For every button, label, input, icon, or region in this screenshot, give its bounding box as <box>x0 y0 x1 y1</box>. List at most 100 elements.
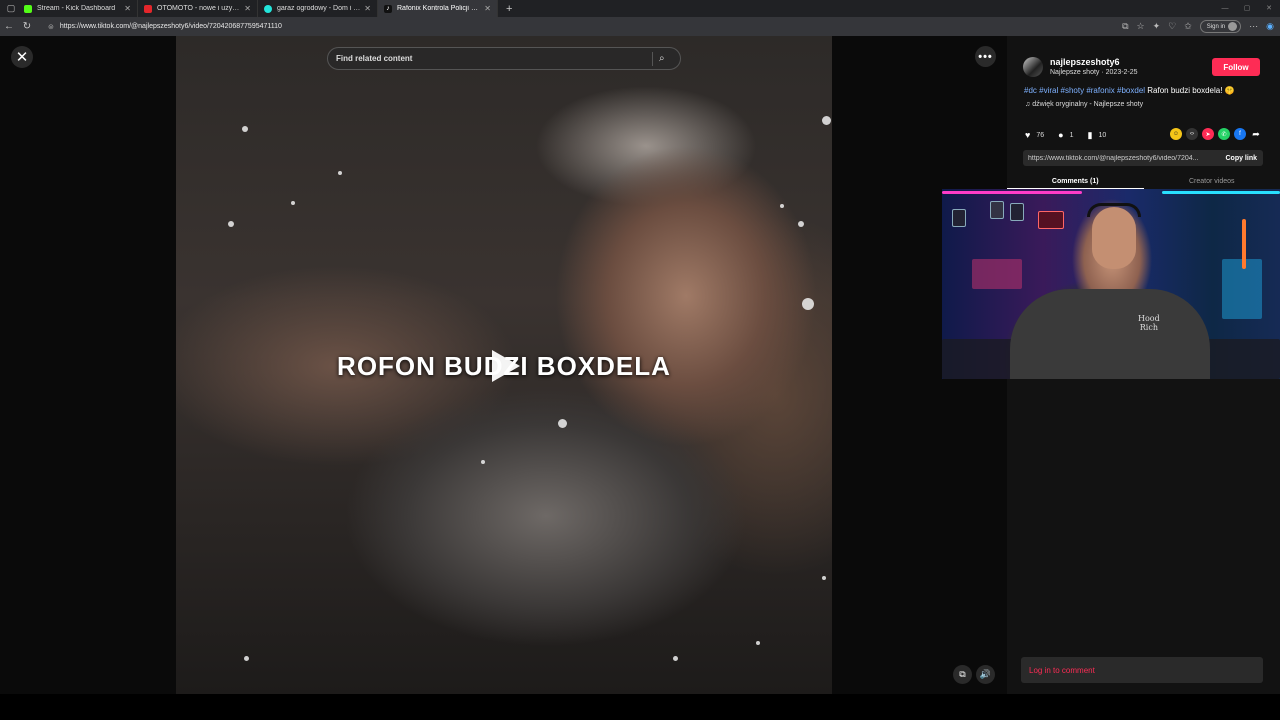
follow-button[interactable]: Follow <box>1212 58 1260 76</box>
engagement-stats: ♥ 76 ● 1 ▮ 10 <box>1025 129 1120 141</box>
bookmark-icon: ▮ <box>1087 129 1093 140</box>
install-app-icon[interactable]: ⧉ <box>1122 21 1128 32</box>
tab-creator-videos[interactable]: Creator videos <box>1144 176 1280 189</box>
window-controls: — ▢ ✕ <box>1214 0 1280 17</box>
like-count: 76 <box>1036 131 1045 139</box>
reload-icon[interactable]: ↻ <box>18 21 36 32</box>
tab-title: Stream - Kick Dashboard <box>37 5 116 12</box>
search-divider <box>652 51 653 66</box>
close-window-icon[interactable]: ✕ <box>1258 0 1280 17</box>
snow-particle <box>558 419 567 428</box>
sign-in-button[interactable]: Sign in <box>1199 20 1242 33</box>
wall-frame <box>990 201 1004 219</box>
olx-favicon-icon <box>264 4 272 13</box>
snow-particle <box>242 126 248 132</box>
close-icon: ✕ <box>15 49 29 66</box>
hashtag-link[interactable]: #boxdel <box>1117 86 1145 95</box>
favorite-star-icon[interactable]: ☆ <box>1137 21 1145 32</box>
browser-toolbar: ← ↻ ⊜ https://www.tiktok.com/@najlepszes… <box>0 17 1280 36</box>
monitor-glow <box>972 259 1022 289</box>
facebook-icon[interactable]: f <box>1234 128 1246 140</box>
snow-particle <box>802 298 814 310</box>
comment-count: 1 <box>1069 131 1074 139</box>
more-options-button[interactable]: ••• <box>975 46 996 67</box>
snow-particle <box>822 576 826 580</box>
close-tab-icon[interactable]: ✕ <box>484 4 491 13</box>
neon-light-strip <box>942 191 1082 194</box>
neon-light-strip <box>1242 219 1246 269</box>
tab-actions-icon[interactable]: ▢ <box>4 2 18 16</box>
close-tab-icon[interactable]: ✕ <box>244 4 251 13</box>
share-arrow-icon[interactable]: ➦ <box>1250 128 1262 140</box>
author-avatar[interactable] <box>1023 57 1043 77</box>
floating-player-button[interactable]: ⧉ <box>953 665 972 684</box>
browser-essentials-icon[interactable]: ♡ <box>1168 21 1176 32</box>
snow-particle <box>481 460 485 464</box>
sign-in-label: Sign in <box>1206 23 1226 30</box>
video-player[interactable]: ROFON BUDZI BOXDELA <box>176 36 832 694</box>
wall-frame <box>1010 203 1024 221</box>
tab-title: OTOMOTO - nowe i używane sam <box>157 5 241 12</box>
copilot-icon[interactable]: ◉ <box>1266 21 1274 32</box>
back-arrow-icon[interactable]: ← <box>0 21 18 32</box>
maximize-icon[interactable]: ▢ <box>1236 0 1258 17</box>
comment-button[interactable]: ● 1 <box>1058 130 1073 140</box>
tiktok-favicon-icon: ♪ <box>384 4 392 13</box>
favorites-icon[interactable]: ✩ <box>1184 21 1192 32</box>
profile-avatar-icon <box>1228 22 1238 31</box>
related-search-input[interactable] <box>336 54 646 63</box>
hashtag-link[interactable]: #shoty <box>1061 86 1085 95</box>
close-video-button[interactable]: ✕ <box>11 46 33 68</box>
author-meta: Najlepsze shoty · 2023-2-25 <box>1050 69 1138 76</box>
snow-particle <box>673 656 678 661</box>
hashtag-link[interactable]: #rafonix <box>1086 86 1114 95</box>
search-icon[interactable]: ⌕ <box>659 53 665 64</box>
new-tab-button[interactable]: + <box>506 3 512 15</box>
comment-bubble-icon: ● <box>1058 130 1064 140</box>
caption-text: Rafon budzi boxdela! 🤫 <box>1147 86 1235 95</box>
save-button[interactable]: ▮ 10 <box>1087 130 1106 141</box>
sound-link[interactable]: ♫ dźwięk oryginalny - Najlepsze shoty <box>1025 101 1143 108</box>
browser-tab[interactable]: OTOMOTO - nowe i używane sam ✕ <box>138 0 258 17</box>
hashtag-link[interactable]: #viral <box>1039 86 1058 95</box>
hashtag-link[interactable]: #dc <box>1024 86 1037 95</box>
tab-title: Rafonix Kontrola Policji Cale Nagr <box>397 5 480 12</box>
toolbar-actions: ⧉ ☆ ✦ ♡ ✩ Sign in ⋯ ◉ <box>1122 17 1274 36</box>
speaker-icon: 🔊 <box>979 669 992 679</box>
share-buttons: ☺ ‹› ➤ ✆ f ➦ <box>1170 128 1262 140</box>
volume-button[interactable]: 🔊 <box>976 665 995 684</box>
snow-particle <box>228 221 234 227</box>
copy-link-button[interactable]: Copy link <box>1219 155 1263 162</box>
author-username[interactable]: najlepszeshoty6 <box>1050 57 1120 67</box>
settings-more-icon[interactable]: ⋯ <box>1249 21 1258 32</box>
embed-code-icon[interactable]: ‹› <box>1186 128 1198 140</box>
play-icon[interactable] <box>492 350 520 382</box>
video-link-text: https://www.tiktok.com/@najlepszeshoty6/… <box>1028 154 1199 162</box>
browser-tab-active[interactable]: ♪ Rafonix Kontrola Policji Cale Nagr ✕ <box>378 0 498 17</box>
tab-comments[interactable]: Comments (1) <box>1007 176 1144 189</box>
tab-title: garaz ogrodowy - Dom i Ogród - <box>277 5 360 12</box>
kick-favicon-icon <box>24 4 32 13</box>
extensions-icon[interactable]: ✦ <box>1153 21 1161 32</box>
send-to-friends-icon[interactable]: ➤ <box>1202 128 1214 140</box>
snow-particle <box>798 221 804 227</box>
streamer-webcam-overlay: Hood Rich <box>942 189 1280 379</box>
address-bar[interactable]: ⊜ https://www.tiktok.com/@najlepszeshoty… <box>42 20 1102 34</box>
browser-tab[interactable]: garaz ogrodowy - Dom i Ogród - ✕ <box>258 0 378 17</box>
login-to-comment-box[interactable]: Log in to comment <box>1021 657 1263 683</box>
close-tab-icon[interactable]: ✕ <box>124 4 131 13</box>
url-text: https://www.tiktok.com/@najlepszeshoty6/… <box>59 23 282 30</box>
whatsapp-icon[interactable]: ✆ <box>1218 128 1230 140</box>
close-tab-icon[interactable]: ✕ <box>364 4 371 13</box>
save-count: 10 <box>1098 131 1107 139</box>
minimize-icon[interactable]: — <box>1214 0 1236 17</box>
snow-particle <box>756 641 760 645</box>
gold-coin-icon[interactable]: ☺ <box>1170 128 1182 140</box>
ellipsis-icon: ••• <box>978 50 993 63</box>
site-info-icon[interactable]: ⊜ <box>48 23 54 31</box>
like-button[interactable]: ♥ 76 <box>1025 130 1044 140</box>
headset <box>1087 203 1141 217</box>
browser-tab[interactable]: Stream - Kick Dashboard ✕ <box>18 0 138 17</box>
related-search-bar: ⌕ <box>327 47 681 70</box>
browser-tab-bar: ▢ Stream - Kick Dashboard ✕ OTOMOTO - no… <box>0 0 1280 17</box>
